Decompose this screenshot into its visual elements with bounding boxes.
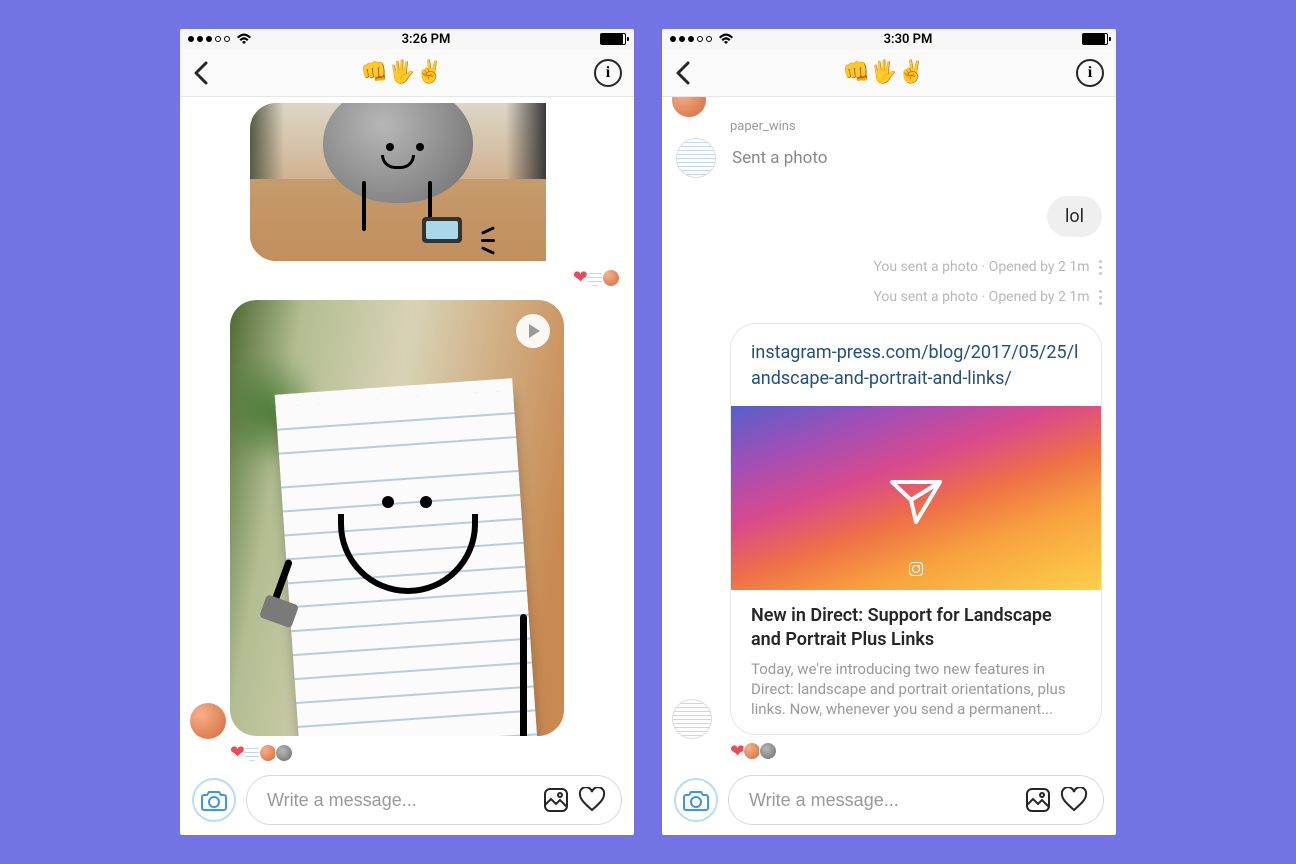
message-reactions[interactable]: ❤ [730,741,1102,762]
status-time: 3:26 PM [402,32,451,47]
instagram-logo-icon [909,562,923,576]
cellular-signal-icon [188,36,230,42]
message-reactions[interactable]: ❤ [194,267,620,288]
reactor-avatar [275,744,293,762]
sender-username[interactable]: paper_wins [730,119,1102,134]
gallery-button[interactable] [541,785,571,815]
gallery-icon [543,787,569,813]
camera-icon [683,789,709,811]
direct-send-icon [886,468,946,528]
message-thread[interactable]: paper_wins Sent a photo lol You sent a p… [662,97,1116,767]
video-message-paper[interactable] [230,300,620,736]
status-bar: 3:26 PM [180,29,634,49]
gallery-button[interactable] [1023,785,1053,815]
message-text: lol [1065,206,1084,227]
link-title: New in Direct: Support for Landscape and… [751,604,1081,653]
sender-avatar[interactable] [672,699,712,739]
phone-screenshot-right: 3:30 PM 👊🖐✌️ i paper_wins Sent a photo l… [662,29,1116,835]
chat-title[interactable]: 👊🖐✌️ [361,60,443,85]
back-button[interactable] [674,60,692,86]
photo-status-line[interactable]: You sent a photo · Opened by 2 1m [676,289,1102,305]
photo-message-rock[interactable] [250,103,620,261]
status-time: 3:30 PM [884,32,933,47]
message-input[interactable] [749,790,1017,811]
message-input-container [246,775,622,825]
more-icon[interactable] [1099,290,1102,305]
chat-header: 👊🖐✌️ i [180,49,634,97]
reactor-avatar [759,742,777,760]
message-composer [662,767,1116,835]
message-thread[interactable]: ❤ ❤ [180,97,634,767]
sender-avatar[interactable] [676,138,716,178]
reactor-avatar [602,269,620,287]
message-input-container [728,775,1104,825]
link-preview-card[interactable]: instagram-press.com/blog/2017/05/25/land… [730,323,1102,735]
photo-status-line[interactable]: You sent a photo · Opened by 2 1m [676,259,1102,275]
wifi-icon [236,33,252,45]
battery-icon [600,33,626,45]
message-input[interactable] [267,790,535,811]
sent-photo-label[interactable]: Sent a photo [732,148,827,168]
outgoing-message-bubble[interactable]: lol [1047,196,1102,237]
sender-avatar[interactable] [672,97,706,117]
like-button[interactable] [577,785,607,815]
message-reactions[interactable]: ❤ [230,742,620,763]
cellular-signal-icon [670,36,712,42]
heart-outline-icon [578,787,606,813]
status-bar: 3:30 PM [662,29,1116,49]
camera-button[interactable] [674,778,718,822]
link-hero-image [731,406,1101,590]
sender-avatar[interactable] [190,703,226,739]
play-icon[interactable] [516,314,550,348]
back-button[interactable] [192,60,210,86]
phone-screenshot-left: 3:26 PM 👊🖐✌️ i [180,29,634,835]
chat-header: 👊🖐✌️ i [662,49,1116,97]
battery-icon [1082,33,1108,45]
wifi-icon [718,33,734,45]
link-description: Today, we're introducing two new feature… [751,659,1081,720]
info-button[interactable]: i [594,59,622,87]
link-url[interactable]: instagram-press.com/blog/2017/05/25/land… [731,324,1101,406]
like-button[interactable] [1059,785,1089,815]
info-button[interactable]: i [1076,59,1104,87]
message-composer [180,767,634,835]
more-icon[interactable] [1099,260,1102,275]
camera-icon [201,789,227,811]
gallery-icon [1025,787,1051,813]
heart-outline-icon [1060,787,1088,813]
chat-title[interactable]: 👊🖐✌️ [843,60,925,85]
camera-button[interactable] [192,778,236,822]
